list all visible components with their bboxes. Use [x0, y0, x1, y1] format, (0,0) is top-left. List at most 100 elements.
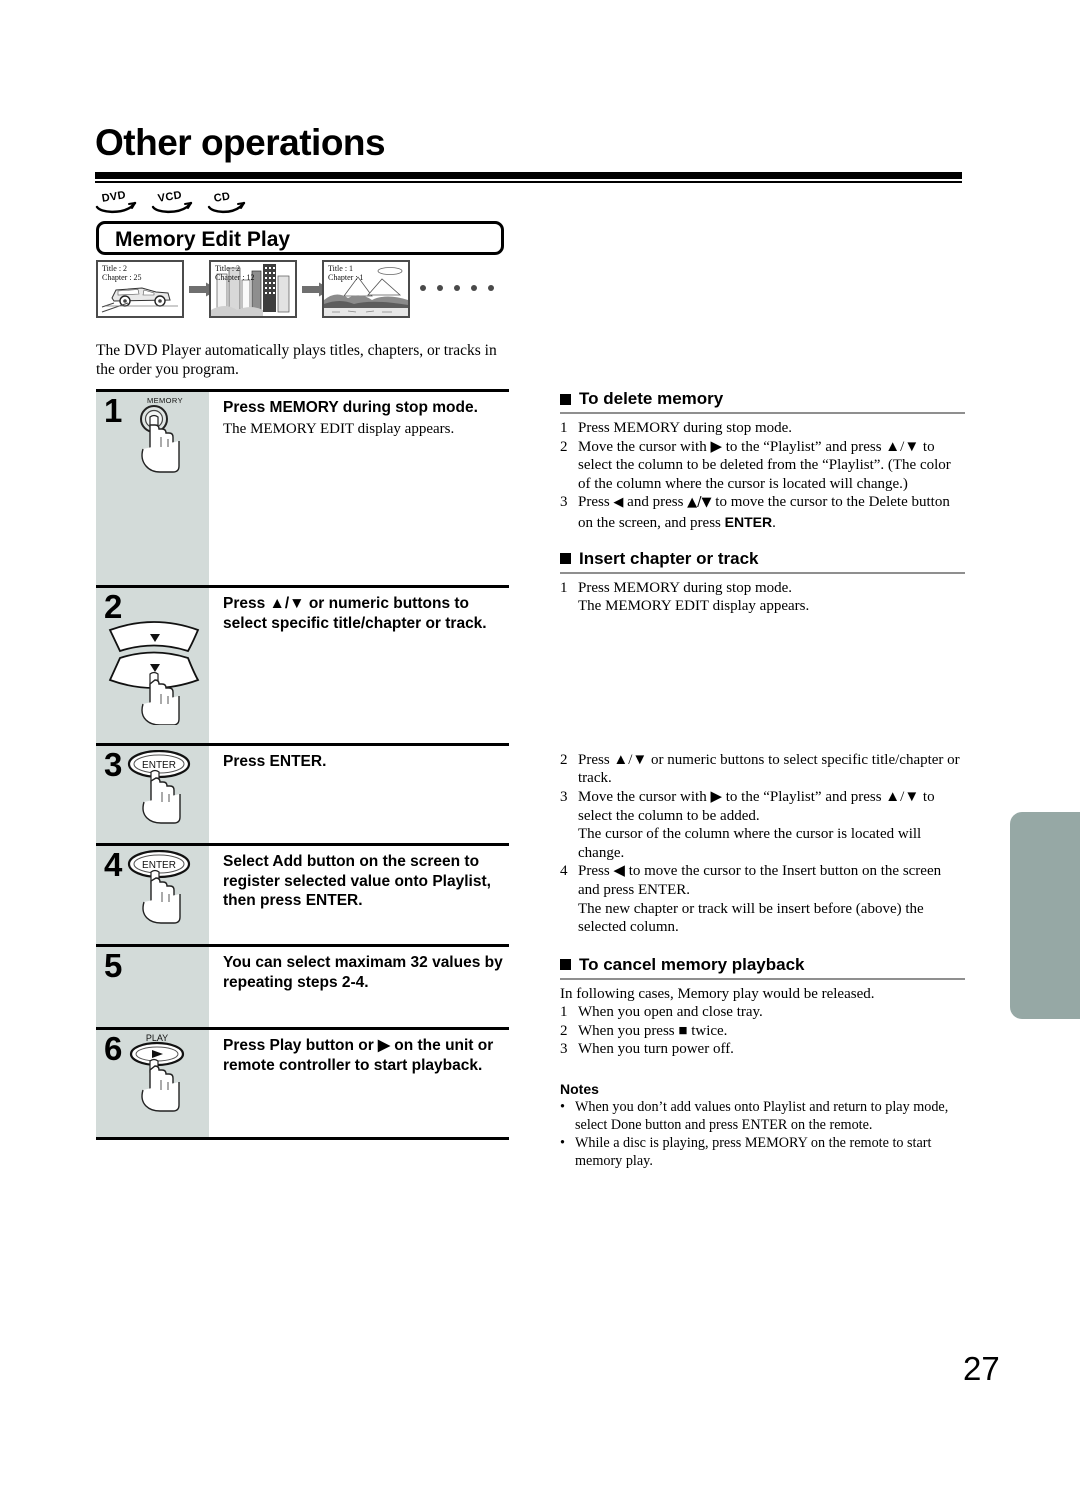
step-1-subtext: The MEMORY EDIT display appears. [223, 420, 455, 437]
chapter-thumb-tab [1010, 812, 1080, 1019]
steps-table: 1 MEMORY Press MEMORY during stop mode. … [96, 389, 509, 1140]
notes-title: Notes [560, 1081, 599, 1098]
bullet-square-icon [560, 959, 571, 971]
step-3-heading: Press ENTER. [223, 753, 327, 770]
step-row-6: 6 PLAY Press Play button or ▶ on the uni… [96, 1027, 509, 1140]
step-1-number: 1 [104, 392, 123, 429]
bullet-square-icon [560, 393, 571, 405]
step-1-text-cell: Press MEMORY during stop mode. The MEMOR… [209, 392, 509, 585]
step-row-3: 3 ENTER Press ENTER. [96, 743, 509, 843]
note-item: • While a disc is playing, press MEMORY … [560, 1135, 932, 1170]
page-number: 27 [963, 1350, 1000, 1387]
step-row-1: 1 MEMORY Press MEMORY during stop mode. … [96, 389, 509, 585]
thumbnail-strip: Title : 2 Chapter : 25 Title : 2 Chapter… [96, 260, 516, 322]
notes-section: Notes • When you don’t add values onto P… [560, 1081, 965, 1170]
illustration-placeholder [560, 616, 965, 751]
memory-button-icon: MEMORY [130, 396, 200, 492]
to-delete-memory-heading-text: To delete memory [579, 389, 724, 408]
list-item: 2 Press ▲/▼ or numeric buttons to select… [560, 751, 960, 787]
thumb1-chapter: Chapter : 25 [102, 273, 142, 282]
right-column: To delete memory 1 Press MEMORY during s… [560, 389, 965, 1174]
cd-badge-icon: CD [207, 190, 251, 214]
thumb2-chapter: Chapter : 12 [215, 273, 255, 282]
step-6-heading: Press Play button or ▶ on the unit or re… [223, 1037, 494, 1074]
step-row-5: 5 You can select maximam 32 values by re… [96, 944, 509, 1027]
cancel-playback-lead: In following cases, Memory play would be… [560, 985, 875, 1002]
list-item: 1 When you open and close tray. [560, 1004, 763, 1021]
list-item: 2 When you press ■ twice. [560, 1022, 728, 1039]
step-1-heading: Press MEMORY during stop mode. [223, 399, 478, 416]
step-1-icon-cell: 1 MEMORY [96, 392, 209, 585]
step-5-text-cell: You can select maximam 32 values by repe… [209, 947, 509, 1027]
intro-paragraph: The DVD Player automatically plays title… [96, 342, 497, 378]
step-2-text-cell: Press ▲/▼ or numeric buttons to select s… [209, 588, 509, 743]
step-5-number: 5 [104, 947, 123, 984]
list-item: 3 Move the cursor with ▶ to the “Playlis… [560, 788, 935, 861]
step-5-icon-cell: 5 [96, 947, 209, 1027]
list-item: 4 Press ◀ to move the cursor to the Inse… [560, 863, 942, 936]
section-heading-box: Memory Edit Play [96, 221, 504, 255]
section-insert-chapter-or-track: Insert chapter or track 1 Press MEMORY d… [560, 549, 965, 937]
step-4-heading: Select Add button on the screen to regis… [223, 853, 491, 909]
note-bullet: • [560, 1135, 565, 1152]
cancel-playback-heading: To cancel memory playback [560, 955, 965, 978]
section-to-cancel-memory-playback: To cancel memory playback In following c… [560, 955, 965, 1059]
cancel-playback-list: 1 When you open and close tray. 2 When y… [560, 1003, 965, 1059]
thumb1-title: Title : 2 [102, 264, 128, 273]
section-rule [560, 571, 965, 574]
section-rule [560, 412, 965, 414]
thumb3-chapter: Chapter : 1 [328, 273, 364, 282]
list-item: 3 When you turn power off. [560, 1041, 734, 1058]
enter-button-label-4: ENTER [142, 860, 176, 871]
step-6-number: 6 [104, 1030, 123, 1067]
enter-button-icon: ENTER [126, 749, 204, 847]
to-delete-memory-heading: To delete memory [560, 389, 965, 412]
enter-button-label-3: ENTER [142, 760, 176, 771]
thumb3-title: Title : 1 [328, 264, 354, 273]
step-4-number: 4 [104, 846, 123, 883]
manual-page: Other operations DVD VCD CD Memory Edit … [0, 0, 1080, 1485]
step-2-icon-cell: 2 [96, 588, 209, 743]
step-4-text-cell: Select Add button on the screen to regis… [209, 846, 509, 944]
list-item: 2 Move the cursor with ▶ to the “Playlis… [560, 438, 951, 492]
step-2-heading: Press ▲/▼ or numeric buttons to select s… [223, 595, 487, 632]
thumb2-title: Title : 2 [215, 264, 241, 273]
step-3-text-cell: Press ENTER. [209, 746, 509, 843]
step-4-icon-cell: 4 ENTER [96, 846, 209, 944]
vcd-badge-icon: VCD [151, 189, 195, 214]
list-item: 1 Press MEMORY during stop mode. The MEM… [560, 579, 810, 615]
section-to-delete-memory: To delete memory 1 Press MEMORY during s… [560, 389, 965, 533]
insert-chapter-list-part1: 1 Press MEMORY during stop mode. The MEM… [560, 579, 965, 616]
insert-chapter-list-part2: 2 Press ▲/▼ or numeric buttons to select… [560, 751, 965, 937]
note-item: • When you don’t add values onto Playlis… [560, 1099, 949, 1134]
page-title: Other operations [95, 122, 386, 163]
play-button-label: PLAY [146, 1033, 168, 1043]
insert-chapter-heading: Insert chapter or track [560, 549, 965, 572]
step-row-2: 2 Press ▲/▼ or numeric buttons to select… [96, 585, 509, 743]
thumbnail-buildings: Title : 2 Chapter : 12 [209, 260, 297, 318]
section-heading: Memory Edit Play [115, 228, 291, 251]
step-6-text-cell: Press Play button or ▶ on the unit or re… [209, 1030, 509, 1137]
note-bullet: • [560, 1099, 565, 1116]
continuation-dots [420, 285, 494, 291]
insert-chapter-heading-text: Insert chapter or track [579, 548, 759, 568]
cancel-playback-heading-text: To cancel memory playback [579, 954, 805, 974]
step-3-number: 3 [104, 746, 123, 783]
step-3-icon-cell: 3 ENTER [96, 746, 209, 843]
dvd-badge-icon: DVD [95, 189, 139, 214]
memory-button-label: MEMORY [146, 396, 183, 405]
to-delete-memory-list: 1 Press MEMORY during stop mode. 2 Move … [560, 419, 965, 533]
bullet-square-icon [560, 553, 571, 565]
list-item: 1 Press MEMORY during stop mode. [560, 420, 793, 436]
list-item: 3 Press ◀ and press ▲/▼ to move the curs… [560, 494, 950, 531]
step-5-heading: You can select maximam 32 values by repe… [223, 954, 503, 991]
cd-badge-label: CD [213, 190, 232, 205]
media-badges: DVD VCD CD [95, 189, 251, 214]
thumbnail-mountains: Title : 1 Chapter : 1 [322, 260, 410, 318]
step-row-4: 4 ENTER Select Add button on the screen … [96, 843, 509, 944]
section-rule [560, 977, 965, 980]
thumbnail-car: Title : 2 Chapter : 25 [96, 260, 184, 318]
enter-button-icon: ENTER [126, 849, 204, 947]
up-down-cursor-buttons-icon [106, 610, 206, 730]
title-rule [95, 172, 962, 183]
